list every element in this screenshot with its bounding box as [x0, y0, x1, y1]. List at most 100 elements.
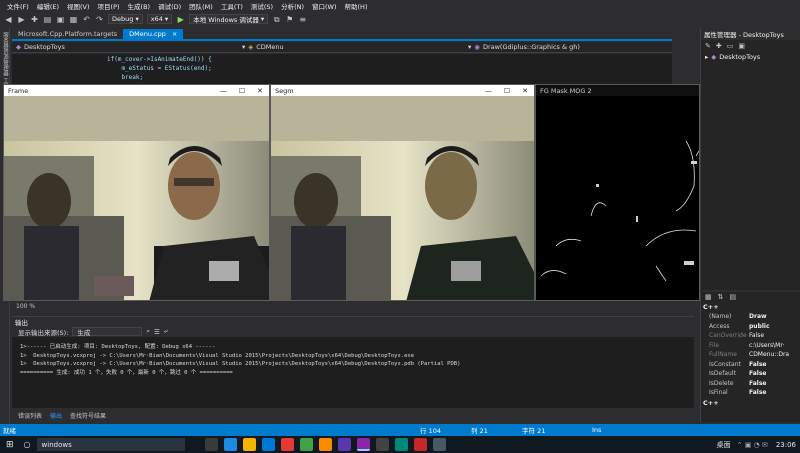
categorized-icon[interactable]: ▦	[705, 293, 712, 301]
tree-root-label: DesktopToys	[719, 53, 761, 61]
app-icon[interactable]	[280, 438, 294, 451]
close-icon[interactable]: ✕	[257, 87, 263, 95]
property-row[interactable]: FullName CDMenu::Dra	[701, 350, 800, 360]
attach-icon[interactable]: ⧉	[272, 15, 281, 24]
app-icon[interactable]	[432, 438, 446, 451]
maximize-icon[interactable]: ☐	[239, 87, 245, 95]
app-icon[interactable]	[394, 438, 408, 451]
property-section-header[interactable]: C++	[701, 302, 800, 312]
app-icon[interactable]	[299, 438, 313, 451]
windows-start-icon[interactable]: ⊞	[6, 440, 14, 450]
property-row[interactable]: IsConstant False	[701, 360, 800, 370]
undo-icon[interactable]: ↶	[82, 15, 91, 24]
output-source-select[interactable]: 生成	[72, 327, 143, 337]
close-icon[interactable]: ×	[172, 30, 177, 38]
property-row[interactable]: CanOverride False	[701, 331, 800, 341]
tab-platform-targets[interactable]: Microsoft.Cpp.Platform.targets	[12, 29, 123, 39]
taskbar-search-box[interactable]: windows	[36, 438, 185, 451]
status-char: 字符 21	[522, 427, 546, 435]
folder-icon[interactable]: ▭	[727, 42, 734, 50]
app-icon[interactable]	[318, 438, 332, 451]
app-icon[interactable]	[413, 438, 427, 451]
back-icon[interactable]: ◀	[4, 15, 13, 24]
search-icon[interactable]: ○	[24, 440, 31, 449]
fg-mask-titlebar[interactable]: FG Mask MOG 2	[536, 85, 699, 96]
menu-item[interactable]: 文件(F)	[3, 1, 33, 11]
tab-output[interactable]: 输出	[50, 411, 62, 420]
frame-window[interactable]: Frame — ☐ ✕	[3, 84, 270, 301]
find-icon[interactable]: ⌕	[146, 327, 150, 336]
property-row[interactable]: (Name) Draw	[701, 312, 800, 322]
start-debug-icon[interactable]: ▶	[176, 15, 185, 24]
app-icon[interactable]	[375, 438, 389, 451]
menu-item[interactable]: 帮助(H)	[341, 1, 372, 11]
tray-icons[interactable]: ⌃ ▣ ◔ ✉	[737, 441, 768, 449]
clock[interactable]: 23:06	[776, 441, 796, 449]
add-icon[interactable]: ✚	[716, 42, 722, 50]
edge-icon[interactable]	[223, 438, 237, 451]
property-row[interactable]: IsDelete False	[701, 379, 800, 389]
menu-item[interactable]: 视图(V)	[63, 1, 94, 11]
menu-item[interactable]: 生成(B)	[124, 1, 155, 11]
alphabetical-icon[interactable]: ⇅	[718, 293, 724, 301]
store-icon[interactable]	[261, 438, 275, 451]
menu-item[interactable]: 编辑(E)	[33, 1, 63, 11]
new-project-icon[interactable]: ✚	[30, 15, 39, 24]
wrench-icon[interactable]: ✎	[705, 42, 711, 50]
start-debugging-button[interactable]: 本地 Windows 调试器 ▾	[189, 14, 269, 24]
config-select[interactable]: Debug ▾	[108, 14, 143, 24]
class-dropdown[interactable]: ▾ ◈ CDMenu	[242, 43, 462, 52]
code-line: if(m_cover->IsAnimateEnd()) {	[107, 56, 212, 63]
panel-title: 属性管理器 - DesktopToys	[701, 28, 800, 40]
save-icon[interactable]: ▣	[738, 42, 745, 50]
tab-error-list[interactable]: 错误列表	[18, 411, 42, 420]
properties-icon[interactable]: ▤	[730, 293, 737, 301]
property-row[interactable]: IsFinal False	[701, 388, 800, 398]
menu-item[interactable]: 分析(N)	[277, 1, 308, 11]
property-row[interactable]: File c:\Users\Mr·	[701, 341, 800, 351]
property-value: False	[749, 379, 767, 387]
segm-titlebar[interactable]: Segm — ☐ ✕	[271, 85, 534, 96]
app-icon[interactable]	[337, 438, 351, 451]
output-text[interactable]: 1>------ 已启动生成: 项目: DesktopToys, 配置: Deb…	[12, 337, 694, 377]
fg-mask-window[interactable]: FG Mask MOG 2	[535, 84, 700, 301]
property-row[interactable]: Access public	[701, 322, 800, 332]
close-icon[interactable]: ✕	[522, 87, 528, 95]
maximize-icon[interactable]: ☐	[504, 87, 510, 95]
bookmark-icon[interactable]: ⚑	[285, 15, 294, 24]
forward-icon[interactable]: ▶	[17, 15, 26, 24]
menu-item[interactable]: 窗口(W)	[308, 1, 341, 11]
menu-item[interactable]: 项目(P)	[94, 1, 124, 11]
platform-value: x64	[150, 15, 163, 23]
output-line: 1> DesktopToys.vcxproj -> C:\Users\Mr·Bi…	[20, 352, 415, 359]
property-row[interactable]: IsDefault False	[701, 369, 800, 379]
clear-icon[interactable]: ☰	[154, 328, 160, 336]
open-icon[interactable]: ▤	[43, 15, 52, 24]
redo-icon[interactable]: ↷	[95, 15, 104, 24]
tree-root[interactable]: ▸ ◆ DesktopToys	[701, 52, 800, 62]
file-explorer-icon[interactable]	[242, 438, 256, 451]
project-dropdown[interactable]: ◆ DesktopToys	[16, 43, 236, 52]
zoom-level[interactable]: 100 %	[16, 303, 35, 310]
menu-item[interactable]: 团队(M)	[185, 1, 217, 11]
task-view-icon[interactable]	[204, 438, 218, 451]
expand-icon[interactable]: ▸	[705, 53, 708, 61]
method-dropdown[interactable]: ▾ ◉ Draw(Gdiplus::Graphics & gh)	[468, 43, 580, 52]
visual-studio-icon[interactable]	[356, 438, 370, 451]
tab-dmenu-cpp[interactable]: DMenu.cpp ×	[123, 29, 184, 39]
segm-window[interactable]: Segm — ☐ ✕	[270, 84, 535, 301]
desktop-label[interactable]: 桌面	[717, 440, 731, 450]
wrap-icon[interactable]: ⤶	[164, 327, 168, 336]
minimize-icon[interactable]: —	[220, 87, 227, 95]
menu-item[interactable]: 测试(S)	[247, 1, 277, 11]
frame-titlebar[interactable]: Frame — ☐ ✕	[4, 85, 269, 96]
platform-select[interactable]: x64 ▾	[146, 14, 173, 24]
comment-icon[interactable]: ≡	[298, 15, 307, 24]
chevron-down-icon: ▾	[468, 43, 472, 51]
menu-item[interactable]: 调试(D)	[154, 1, 185, 11]
tab-find-symbol-results[interactable]: 查找符号结果	[70, 411, 106, 420]
menu-item[interactable]: 工具(T)	[217, 1, 247, 11]
minimize-icon[interactable]: —	[485, 87, 492, 95]
save-all-icon[interactable]: ▦	[69, 15, 78, 24]
save-icon[interactable]: ▣	[56, 15, 65, 24]
